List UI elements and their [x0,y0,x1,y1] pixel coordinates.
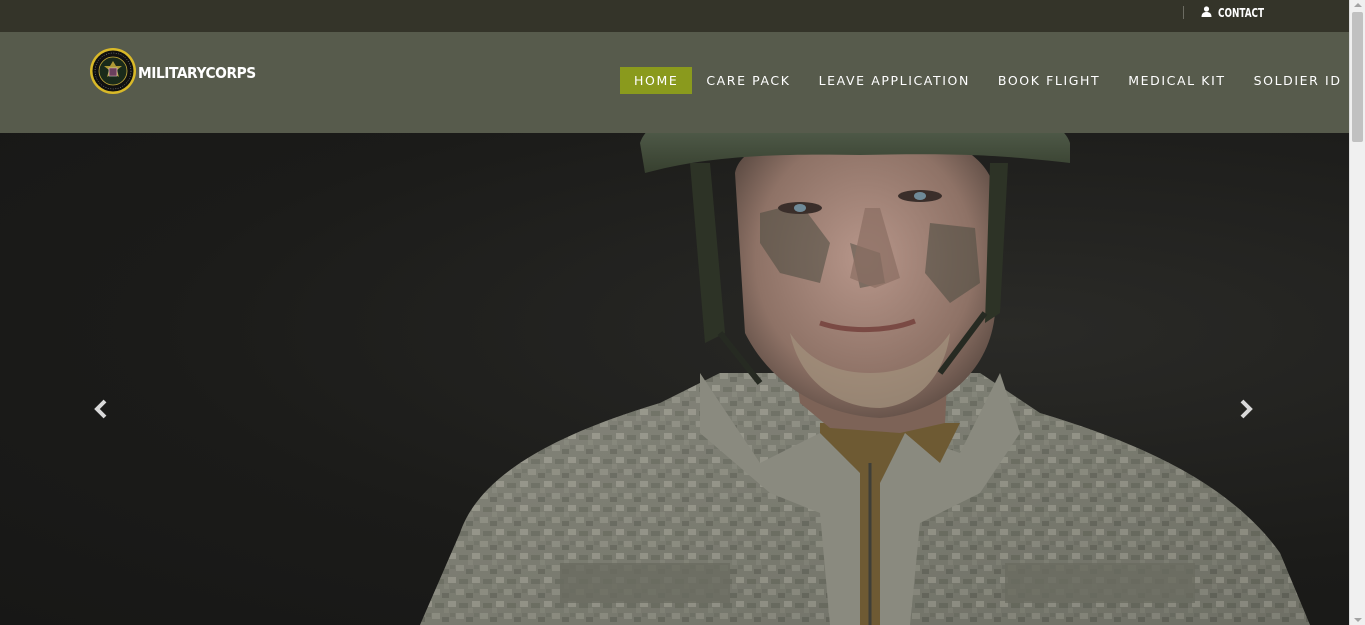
contact-link[interactable]: CONTACT [1201,5,1274,21]
nav-item-medical-kit[interactable]: MEDICAL KIT [1114,67,1239,94]
hero-slider [0,133,1349,625]
site-header: MILITARYCORPS HOME CARE PACK LEAVE APPLI… [0,32,1349,133]
army-seal-icon [89,47,137,100]
logo-text: MILITARYCORPS [138,64,256,82]
nav-item-care-pack[interactable]: CARE PACK [692,67,804,94]
carousel-next-button[interactable] [1237,399,1257,424]
scrollbar-thumb[interactable] [1352,12,1363,142]
carousel-prev-button[interactable] [90,399,110,424]
main-nav: HOME CARE PACK LEAVE APPLICATION BOOK FL… [620,67,1356,94]
page-scrollbar[interactable] [1349,0,1365,625]
soldier-photo [420,133,1310,625]
scroll-down-arrow-icon[interactable] [1354,618,1362,622]
scroll-up-arrow-icon[interactable] [1354,3,1362,7]
contact-label: CONTACT [1218,6,1265,20]
site-logo[interactable]: MILITARYCORPS [89,47,266,100]
topbar-divider [1183,6,1184,19]
nav-item-soldier-id[interactable]: SOLDIER ID [1240,67,1356,94]
nav-item-home[interactable]: HOME [620,67,693,94]
chevron-left-icon [93,399,107,424]
nav-item-leave-application[interactable]: LEAVE APPLICATION [805,67,984,94]
chevron-right-icon [1240,399,1254,424]
nav-item-book-flight[interactable]: BOOK FLIGHT [984,67,1114,94]
user-icon [1201,4,1212,22]
top-utility-bar: CONTACT [0,0,1349,32]
